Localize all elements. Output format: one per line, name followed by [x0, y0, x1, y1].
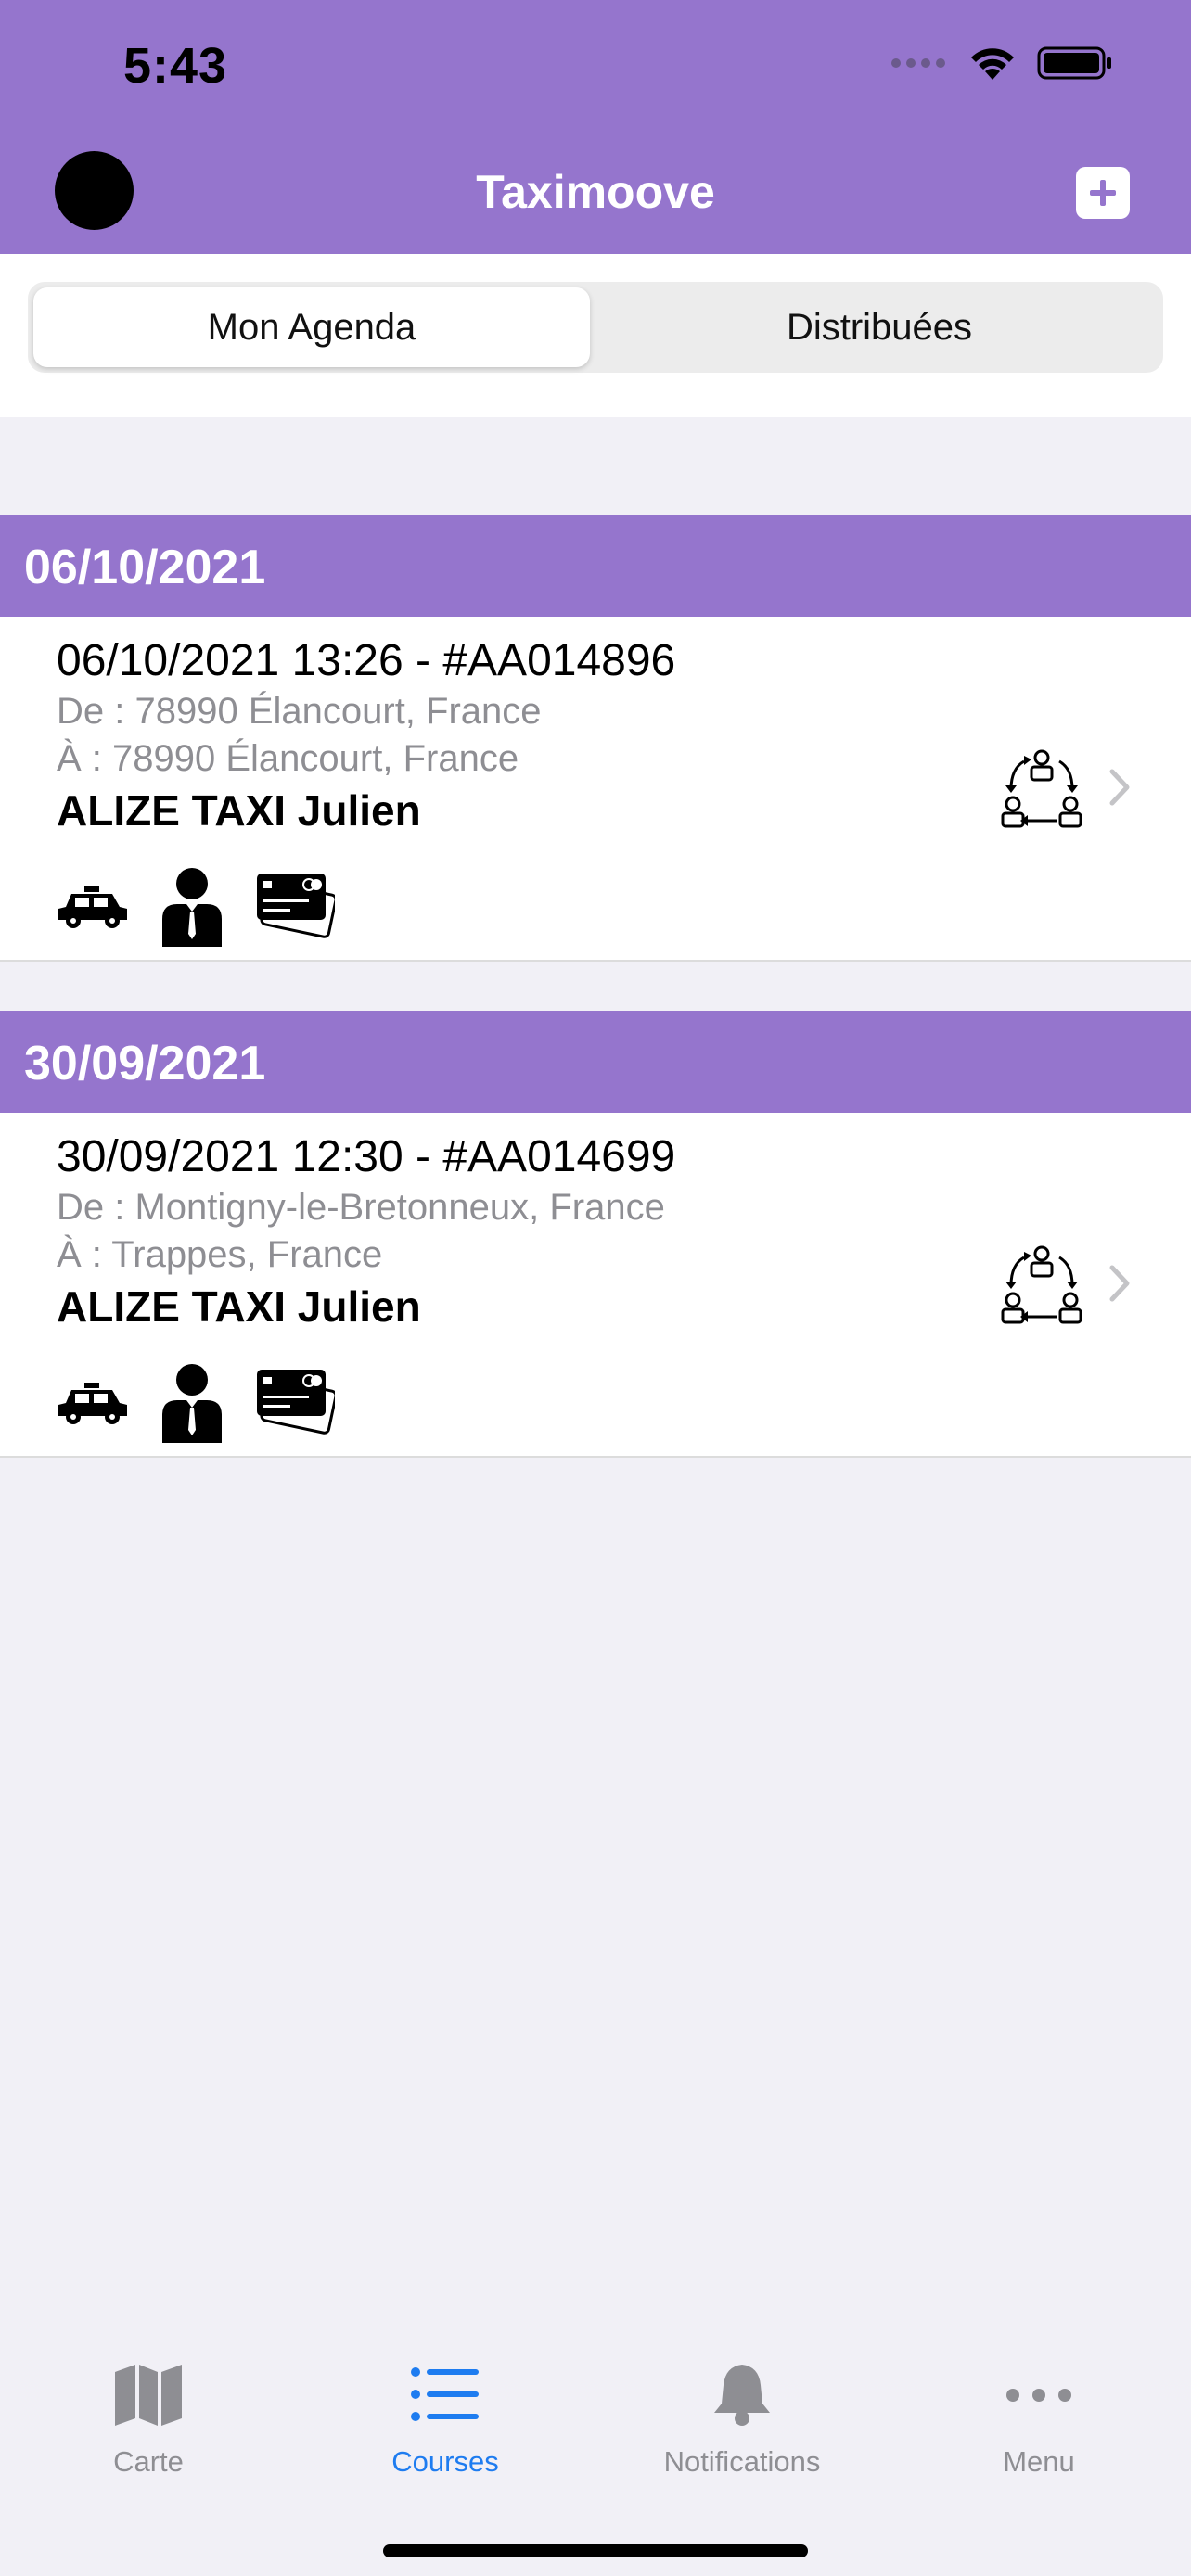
dispatch-icon	[1001, 749, 1082, 828]
taxi-car-icon	[58, 1383, 127, 1424]
wifi-icon	[971, 48, 1014, 80]
tab-label: Courses	[391, 2445, 499, 2478]
segmented-control: Mon Agenda Distribuées	[28, 282, 1163, 373]
battery-icon	[1037, 46, 1111, 80]
ride-to: À : 78990 Élancourt, France	[57, 738, 519, 779]
ride-card[interactable]: 06/10/2021 13:26 - #AA014896 De : 78990 …	[0, 617, 1191, 962]
tab-label: Carte	[113, 2445, 184, 2478]
add-ride-button[interactable]	[1076, 167, 1130, 219]
tab-notifications[interactable]: Notifications	[594, 2363, 890, 2479]
section-header: 06/10/2021	[0, 515, 1191, 617]
dispatch-icon	[1001, 1245, 1082, 1324]
map-icon	[115, 2365, 182, 2426]
tab-bar: Carte Courses Notifications Menu	[0, 2318, 1191, 2576]
credit-card-icon	[257, 874, 335, 938]
list-icon	[411, 2367, 479, 2421]
tab-carte[interactable]: Carte	[0, 2363, 297, 2479]
ride-from: De : Montigny-le-Bretonneux, France	[57, 1187, 665, 1228]
home-indicator[interactable]	[383, 2544, 808, 2557]
ride-icons	[57, 1363, 335, 1443]
tab-menu[interactable]: Menu	[890, 2363, 1187, 2479]
ride-card[interactable]: 30/09/2021 12:30 - #AA014699 De : Montig…	[0, 1113, 1191, 1458]
ride-from: De : 78990 Élancourt, France	[57, 691, 542, 732]
navigation-bar: Taximoove	[0, 139, 1191, 254]
passenger-icon	[162, 868, 222, 947]
ride-header: 30/09/2021 12:30 - #AA014699	[57, 1132, 676, 1181]
ride-driver: ALIZE TAXI Julien	[57, 1282, 421, 1331]
status-icons	[890, 45, 1113, 82]
section-date: 06/10/2021	[24, 541, 266, 594]
ride-header: 06/10/2021 13:26 - #AA014896	[57, 636, 676, 685]
chevron-right-icon	[1109, 769, 1130, 806]
section-header: 30/09/2021	[0, 1011, 1191, 1113]
taxi-car-icon	[58, 886, 127, 928]
segment-mon-agenda[interactable]: Mon Agenda	[33, 287, 590, 367]
ride-to: À : Trappes, France	[57, 1234, 383, 1275]
credit-card-icon	[257, 1370, 335, 1435]
tab-courses[interactable]: Courses	[297, 2363, 594, 2479]
plus-icon	[1090, 180, 1116, 206]
ride-driver: ALIZE TAXI Julien	[57, 786, 421, 835]
more-dots-icon	[1006, 2389, 1071, 2402]
segment-area: Mon Agenda Distribuées	[0, 254, 1191, 417]
tab-label: Menu	[1003, 2445, 1075, 2478]
bell-icon	[714, 2365, 770, 2426]
chevron-right-icon	[1109, 1265, 1130, 1302]
status-time: 5:43	[123, 38, 228, 94]
ride-icons	[57, 867, 335, 947]
section-date: 30/09/2021	[24, 1037, 266, 1090]
status-bar: 5:43	[0, 0, 1191, 139]
signal-dots-icon	[891, 58, 945, 68]
passenger-icon	[162, 1364, 222, 1443]
page-title: Taximoove	[476, 166, 715, 218]
segment-distribuees[interactable]: Distribuées	[601, 287, 1158, 367]
tab-label: Notifications	[663, 2445, 821, 2478]
